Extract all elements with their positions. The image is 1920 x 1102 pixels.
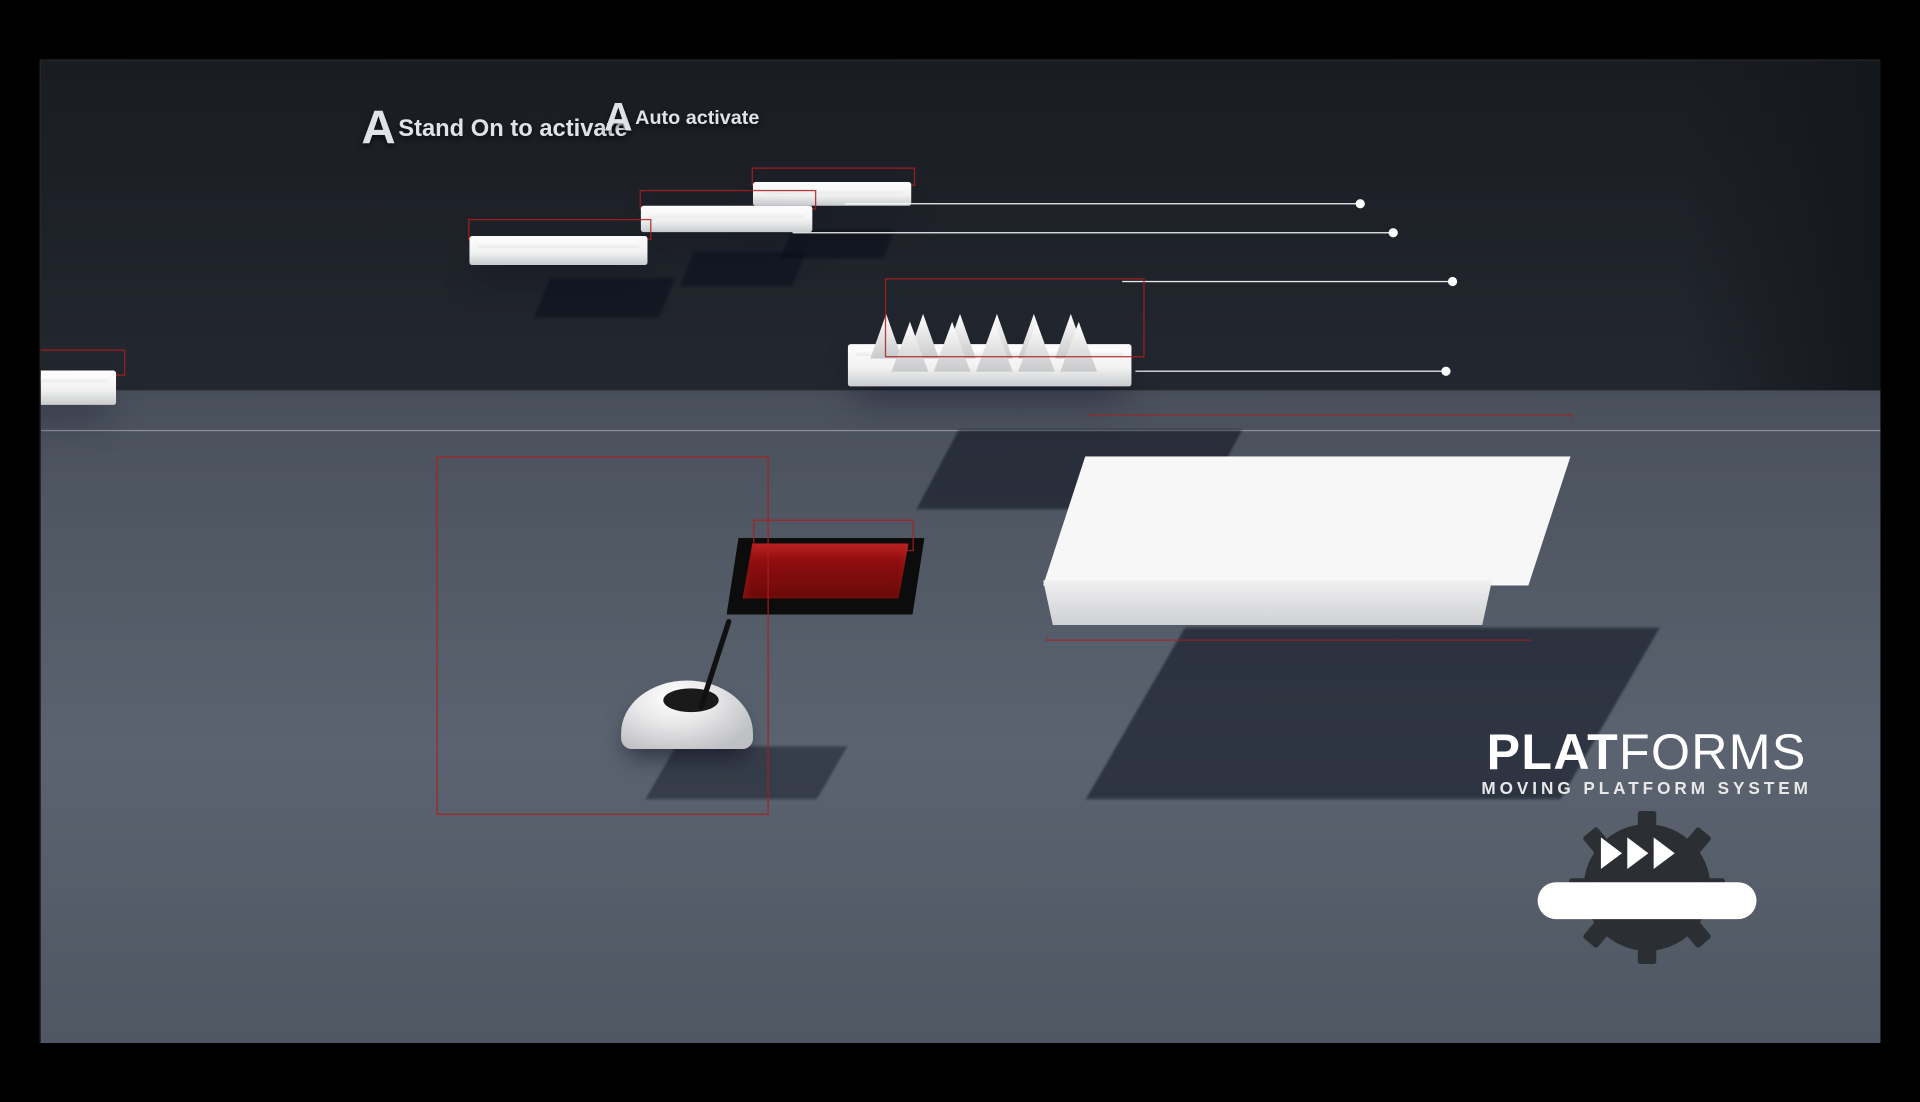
marker-a-icon: A	[361, 100, 395, 154]
logo-subtitle: MOVING PLATFORM SYSTEM	[1481, 778, 1812, 798]
letterbox-frame: AStand On to activate AAuto activate	[0, 0, 1920, 1102]
game-screenshot: AStand On to activate AAuto activate	[0, 0, 1920, 1080]
bounding-box	[753, 520, 914, 552]
platform-shadow	[534, 278, 675, 318]
moving-platform[interactable]	[641, 206, 812, 232]
chevrons-icon	[1600, 837, 1674, 869]
gear-icon	[1535, 806, 1759, 964]
bounding-box	[885, 278, 1145, 357]
game-viewport[interactable]: AStand On to activate AAuto activate	[40, 59, 1882, 1044]
logo-title-right: FORMS	[1619, 725, 1807, 780]
trigger-volume	[436, 456, 768, 815]
label-auto-text: Auto activate	[635, 107, 759, 129]
product-logo: PLATFORMS MOVING PLATFORM SYSTEM	[1481, 730, 1812, 964]
bounding-box	[1046, 414, 1573, 641]
label-auto-activate: AAuto activate	[604, 90, 759, 135]
track-endpoint-icon	[1448, 277, 1457, 286]
letterbox-bar	[0, 0, 40, 1102]
moving-platform[interactable]	[469, 236, 647, 265]
track-endpoint-icon	[1356, 199, 1365, 208]
logo-title: PLATFORMS	[1481, 730, 1812, 775]
track-endpoint-icon	[1441, 367, 1450, 376]
platform-shadow	[780, 229, 895, 258]
logo-platform-bar	[1537, 882, 1756, 919]
logo-title-left: PLAT	[1487, 725, 1619, 780]
moving-platform[interactable]	[40, 371, 116, 405]
letterbox-bar	[1880, 0, 1920, 1102]
letterbox-bar	[0, 0, 1920, 59]
letterbox-bar	[0, 1043, 1920, 1102]
label-stand-on-text: Stand On to activate	[398, 115, 628, 141]
platform-track	[1122, 281, 1452, 282]
back-wall-corner	[1683, 61, 1881, 391]
lever-cap	[663, 688, 718, 712]
platform-track	[793, 232, 1393, 233]
platform-track	[1135, 371, 1445, 372]
platform-track	[845, 203, 1359, 204]
label-stand-on: AStand On to activate	[361, 92, 627, 147]
marker-a-icon: A	[604, 96, 633, 140]
track-endpoint-icon	[1389, 228, 1398, 237]
